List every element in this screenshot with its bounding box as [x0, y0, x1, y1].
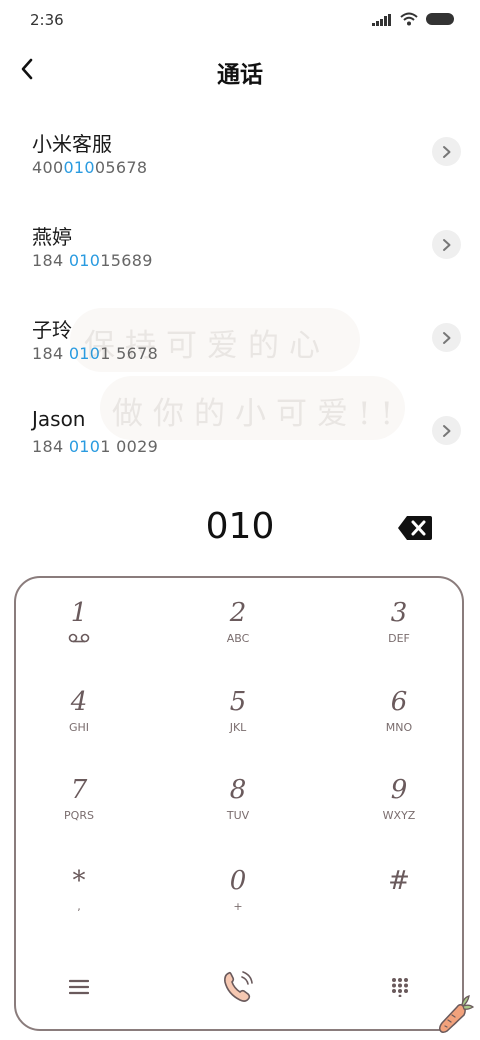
- battery-icon: [426, 13, 454, 25]
- key-digit: 5: [229, 687, 247, 717]
- contact-name: 燕婷: [32, 225, 72, 249]
- key-2[interactable]: 2 ABC: [178, 598, 298, 678]
- key-letters: PQRS: [64, 809, 94, 822]
- key-letters: GHI: [68, 721, 90, 734]
- number-match: 010: [68, 251, 101, 270]
- key-6[interactable]: 6 MNO: [339, 687, 459, 767]
- key-letters: ABC: [226, 632, 250, 645]
- list-item[interactable]: 小米客服 40001005678: [0, 118, 480, 211]
- key-8[interactable]: 8 TUV: [178, 775, 298, 855]
- contact-list: 小米客服 40001005678 燕婷 184 01015689 子玲 184 …: [0, 118, 480, 490]
- menu-icon: [69, 979, 89, 995]
- key-3[interactable]: 3 DEF: [339, 598, 459, 678]
- backspace-icon[interactable]: [397, 515, 433, 541]
- key-star[interactable]: * ,: [19, 866, 139, 946]
- signal-icon: [372, 12, 392, 26]
- key-digit: 0: [229, 866, 247, 896]
- call-button[interactable]: [213, 962, 263, 1012]
- key-letters: WXYZ: [382, 809, 416, 822]
- wifi-icon: [400, 12, 418, 26]
- contact-number: 184 0101 0029: [32, 437, 158, 456]
- list-item[interactable]: Jason 184 0101 0029: [0, 397, 480, 490]
- dialpad-icon: [392, 978, 408, 997]
- status-icons: [372, 12, 454, 26]
- number-suffix: 15689: [100, 251, 153, 270]
- number-match: 010: [68, 344, 101, 363]
- contact-detail-button[interactable]: [432, 137, 461, 166]
- key-letters: MNO: [385, 721, 413, 734]
- number-match: 010: [68, 437, 101, 456]
- key-digit: #: [388, 866, 410, 896]
- contact-name: 子玲: [32, 318, 72, 342]
- key-digit: 8: [229, 775, 247, 805]
- carrot-icon: [439, 995, 474, 1034]
- key-digit: 3: [390, 598, 408, 628]
- menu-button[interactable]: [54, 962, 104, 1012]
- contact-number: 184 01015689: [32, 251, 153, 270]
- contact-number: 184 0101 5678: [32, 344, 158, 363]
- contact-detail-button[interactable]: [432, 416, 461, 445]
- key-digit: 7: [70, 775, 88, 805]
- header: 通话: [0, 48, 480, 92]
- status-bar: 2:36: [0, 0, 480, 40]
- key-digit: 6: [390, 687, 408, 717]
- key-letters: ,: [77, 900, 81, 913]
- contact-name: 小米客服: [32, 132, 112, 156]
- list-item[interactable]: 子玲 184 0101 5678: [0, 304, 480, 397]
- number-suffix: 1 5678: [100, 344, 159, 363]
- contact-name: Jason: [32, 407, 86, 431]
- list-item[interactable]: 燕婷 184 01015689: [0, 211, 480, 304]
- chevron-right-icon: [442, 424, 450, 437]
- key-9[interactable]: 9 WXYZ: [339, 775, 459, 855]
- key-letters: DEF: [388, 632, 410, 645]
- key-digit: 9: [390, 775, 408, 805]
- key-0[interactable]: 0 +: [178, 866, 298, 946]
- number-prefix: 184: [32, 344, 69, 363]
- key-letters: TUV: [226, 809, 250, 822]
- number-suffix: 1 0029: [100, 437, 159, 456]
- number-prefix: 400: [32, 158, 64, 177]
- number-match: 010: [63, 158, 95, 177]
- chevron-right-icon: [442, 331, 450, 344]
- voicemail-icon: [68, 633, 90, 643]
- key-digit: 2: [229, 598, 247, 628]
- key-digit: *: [72, 866, 86, 896]
- chevron-right-icon: [442, 145, 450, 158]
- key-hash[interactable]: #: [339, 866, 459, 946]
- key-5[interactable]: 5 JKL: [178, 687, 298, 767]
- contact-number: 40001005678: [32, 158, 147, 177]
- key-letters: +: [233, 900, 243, 913]
- key-1[interactable]: 1: [19, 598, 139, 678]
- status-time: 2:36: [30, 11, 64, 29]
- key-4[interactable]: 4 GHI: [19, 687, 139, 767]
- phone-icon: [224, 971, 253, 1002]
- dialpad-toggle-button[interactable]: [375, 962, 425, 1012]
- contact-detail-button[interactable]: [432, 323, 461, 352]
- page-title: 通话: [217, 62, 263, 88]
- number-prefix: 184: [32, 437, 69, 456]
- key-digit: 1: [70, 598, 88, 628]
- contact-detail-button[interactable]: [432, 230, 461, 259]
- key-digit: 4: [70, 687, 88, 717]
- number-suffix: 05678: [94, 158, 148, 177]
- dialpad: 1 2 ABC 3 DEF 4 GHI 5 JKL 6 MNO 7 PQRS 8…: [14, 576, 464, 1031]
- number-prefix: 184: [32, 251, 69, 270]
- key-letters: JKL: [229, 721, 247, 734]
- chevron-right-icon: [442, 238, 450, 251]
- key-7[interactable]: 7 PQRS: [19, 775, 139, 855]
